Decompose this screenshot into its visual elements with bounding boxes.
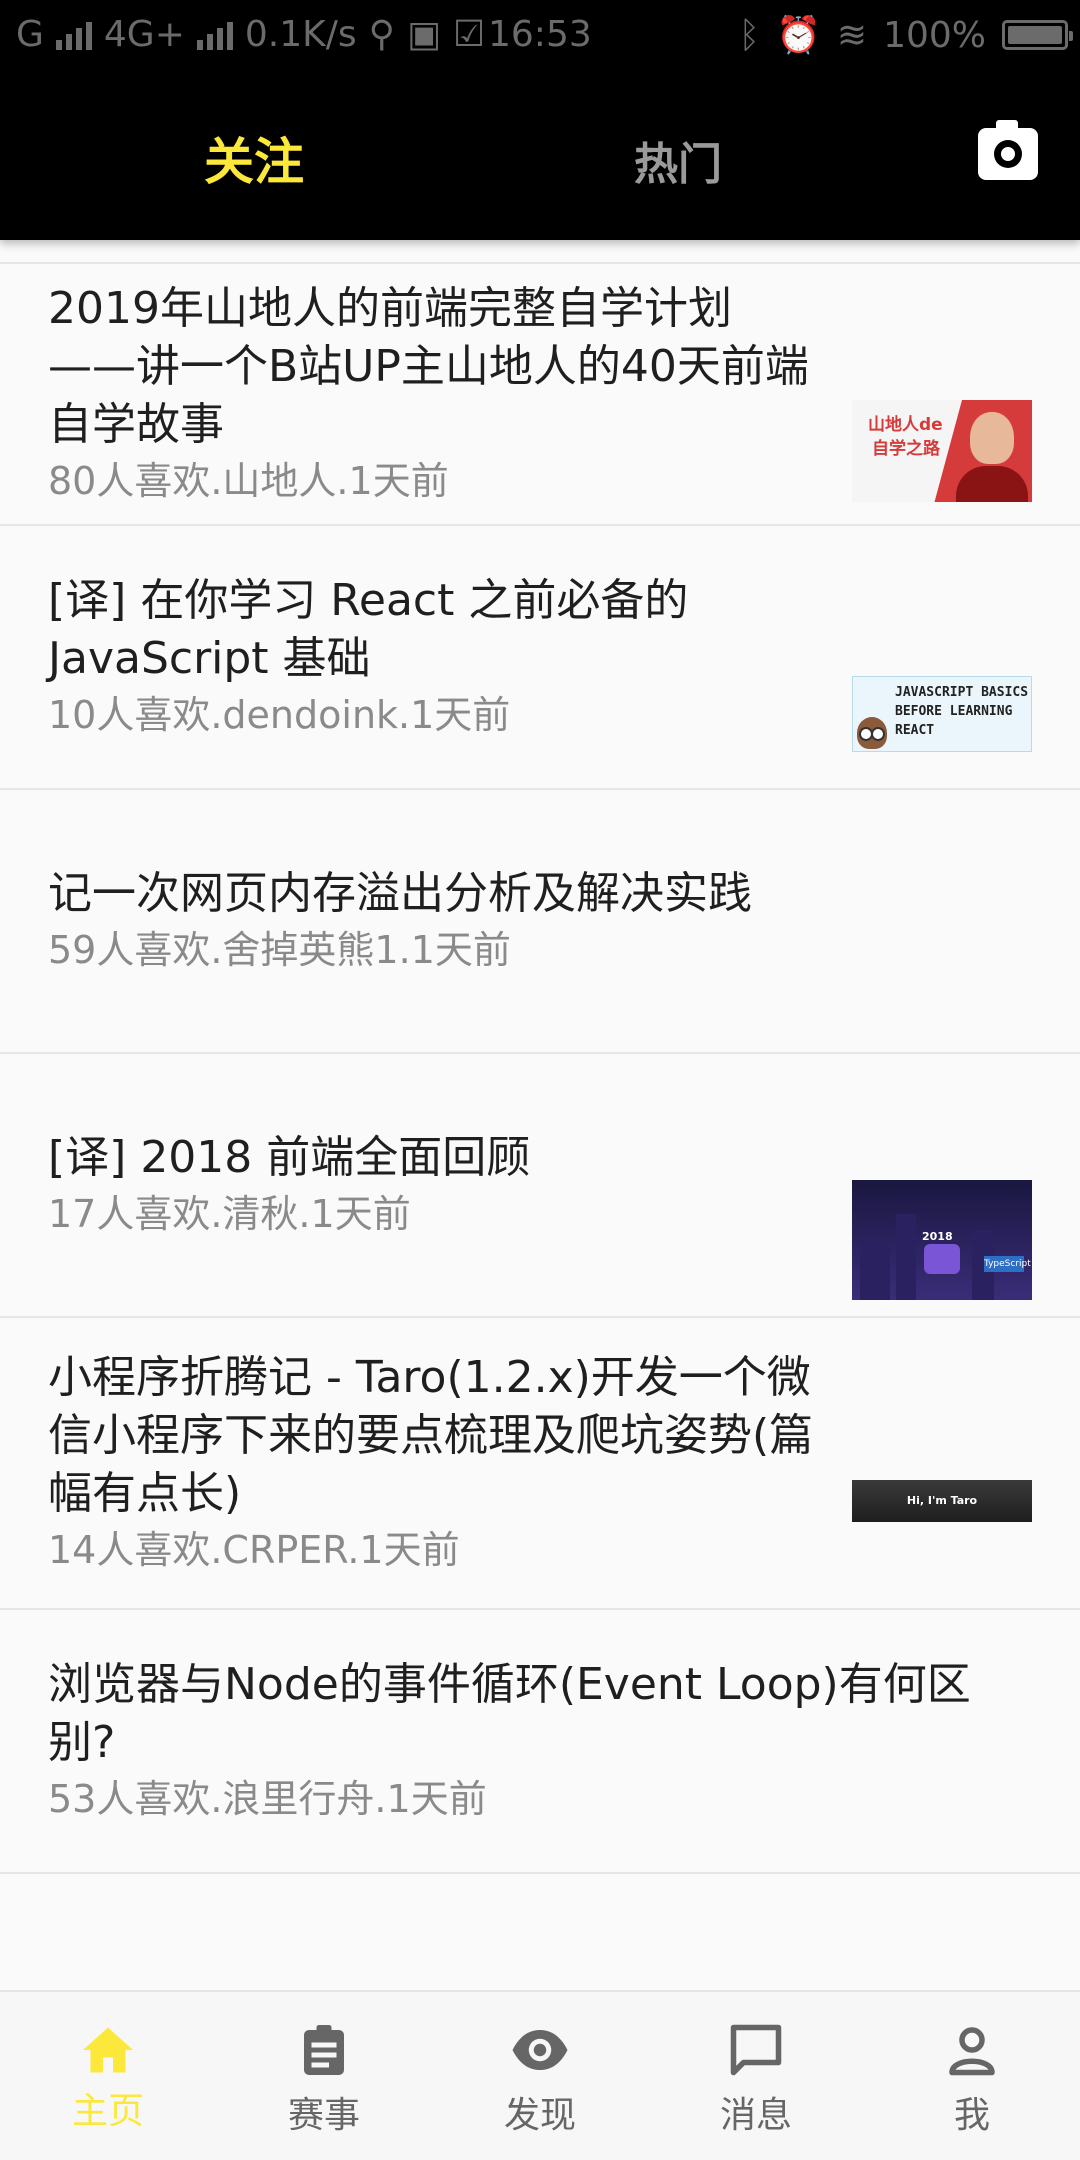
- article-title: 小程序折腾记 - Taro(1.2.x)开发一个微信小程序下来的要点梳理及爬坑姿…: [48, 1352, 814, 1519]
- thumb-text: REACT: [895, 723, 935, 738]
- article-feed[interactable]: 2019年山地人的前端完整自学计划——讲一个B站UP主山地人的40天前端自学故事…: [0, 240, 1080, 1990]
- article-title: [译] 在你学习 React 之前必备的 JavaScript 基础: [48, 575, 689, 684]
- person-photo: [970, 412, 1014, 464]
- network-type-label: G: [16, 14, 44, 55]
- notification-icon: ▣: [407, 14, 442, 55]
- list-item[interactable]: 记一次网页内存溢出分析及解决实践 59人喜欢.舍掉英熊1.1天前: [0, 790, 1080, 1054]
- clipboard-icon: [304, 2025, 344, 2075]
- list-item[interactable]: 小程序折腾记 - Taro(1.2.x)开发一个微信小程序下来的要点梳理及爬坑姿…: [0, 1318, 1080, 1610]
- list-item[interactable]: 2019年山地人的前端完整自学计划——讲一个B站UP主山地人的40天前端自学故事…: [0, 264, 1080, 526]
- thumb-building: [896, 1214, 916, 1300]
- article-thumbnail: JAVASCRIPT BASICS BEFORE LEARNING REACT: [852, 676, 1032, 752]
- status-left: G 4G+ 0.1K/s ⚲ ▣ ☑: [16, 14, 485, 55]
- thumb-text: BEFORE LEARNING: [895, 704, 1013, 719]
- usb-icon: ⚲: [368, 14, 395, 55]
- thumb-text: Hi, I'm Taro: [906, 1494, 978, 1507]
- battery-percent: 100%: [883, 14, 986, 56]
- tab-discover[interactable]: 发现: [432, 1992, 648, 2160]
- rocket-icon: [924, 1244, 960, 1274]
- battery-icon: [1002, 20, 1073, 50]
- tab-label: 发现: [503, 2095, 576, 2136]
- bottom-tab-bar: 主页 赛事 发现 消息 我: [0, 1990, 1080, 2160]
- tab-home[interactable]: 主页: [0, 1992, 216, 2160]
- status-bar: G 4G+ 0.1K/s ⚲ ▣ ☑ 16:53 ᛒ ⏰ ≋ 100%: [0, 0, 1080, 72]
- article-meta: 53人喜欢.浪里行舟.1天前: [48, 1777, 487, 1821]
- thumb-text: 2018: [922, 1230, 953, 1243]
- thumb-text: 山地人de: [868, 415, 943, 435]
- thumb-text-block: JAVASCRIPT BASICS BEFORE LEARNING REACT: [895, 683, 1028, 740]
- owl-icon: [857, 717, 887, 749]
- tab-me[interactable]: 我: [864, 1992, 1080, 2160]
- top-header: 关注 热门: [0, 72, 1080, 240]
- article-title: [译] 2018 前端全面回顾: [48, 1132, 531, 1183]
- bluetooth-icon: ᛒ: [738, 14, 761, 56]
- tab-hot[interactable]: 热门: [634, 128, 722, 192]
- article-thumbnail: Hi, I'm Taro: [852, 1480, 1032, 1522]
- list-item[interactable]: [译] 在你学习 React 之前必备的 JavaScript 基础 10人喜欢…: [0, 526, 1080, 790]
- person-photo-body: [956, 466, 1028, 502]
- thumb-text: 自学之路: [872, 439, 940, 459]
- list-item[interactable]: [译] 2018 前端全面回顾 17人喜欢.清秋.1天前 2018 TypeSc…: [0, 1054, 1080, 1318]
- status-right: ᛒ ⏰ ≋ 100%: [738, 14, 1073, 56]
- wifi-icon: ≋: [836, 14, 868, 56]
- article-meta: 14人喜欢.CRPER.1天前: [48, 1528, 460, 1572]
- tab-follow[interactable]: 关注: [204, 122, 304, 194]
- camera-lens: [994, 140, 1022, 168]
- alarm-icon: ⏰: [776, 15, 821, 56]
- article-thumbnail: 2018 TypeScript: [852, 1180, 1032, 1300]
- tab-label: 我: [953, 2095, 990, 2136]
- message-icon: [730, 2024, 782, 2076]
- eye-icon: [512, 2030, 568, 2070]
- signal-icon: [55, 20, 92, 50]
- feed-top-spacer: [0, 240, 1080, 264]
- tab-messages[interactable]: 消息: [648, 1992, 864, 2160]
- article-meta: 59人喜欢.舍掉英熊1.1天前: [48, 928, 511, 972]
- network-4g-label: 4G+: [103, 14, 185, 55]
- check-icon: ☑: [453, 14, 486, 55]
- thumb-building: [860, 1240, 890, 1300]
- article-thumbnail: 山地人de 自学之路: [852, 400, 1032, 502]
- list-item[interactable]: 浏览器与Node的事件循环(Event Loop)有何区别? 53人喜欢.浪里行…: [0, 1610, 1080, 1874]
- article-title: 2019年山地人的前端完整自学计划——讲一个B站UP主山地人的40天前端自学故事: [48, 283, 809, 450]
- tab-label: 赛事: [287, 2095, 360, 2136]
- tab-events[interactable]: 赛事: [216, 1992, 432, 2160]
- article-title: 记一次网页内存溢出分析及解决实践: [48, 868, 752, 919]
- status-time: 16:53: [488, 14, 592, 55]
- tab-label: 主页: [71, 2091, 144, 2132]
- article-title: 浏览器与Node的事件循环(Event Loop)有何区别?: [48, 1659, 971, 1768]
- home-icon: [83, 2027, 133, 2073]
- net-speed: 0.1K/s: [244, 14, 357, 55]
- thumb-text: TypeScript: [984, 1256, 1031, 1272]
- person-icon: [949, 2027, 995, 2076]
- tab-label: 消息: [719, 2095, 792, 2136]
- signal-icon-2: [196, 20, 233, 50]
- camera-icon[interactable]: [978, 120, 1038, 180]
- thumb-text: JAVASCRIPT BASICS: [895, 685, 1029, 700]
